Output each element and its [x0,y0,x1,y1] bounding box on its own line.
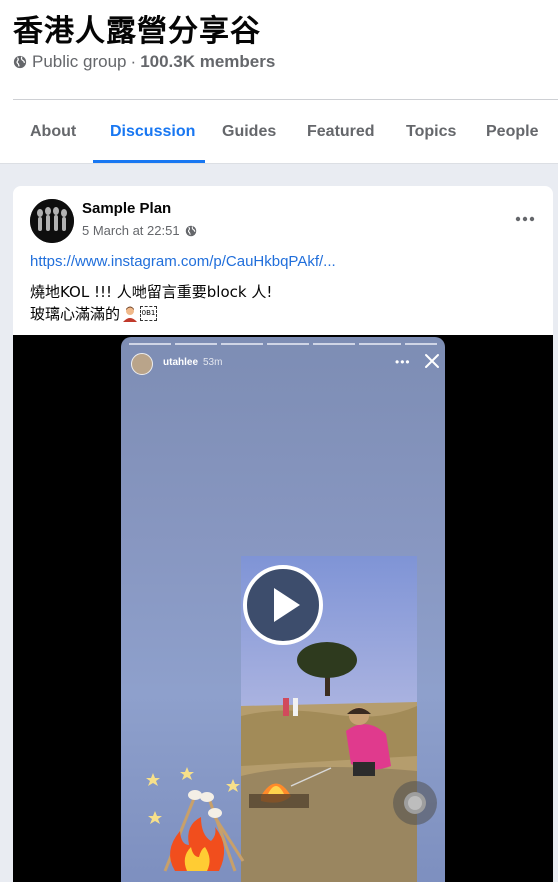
story-progress-segment [267,343,309,345]
more-icon[interactable] [510,204,540,234]
group-header: 香港人露營分享谷 Public group · 100.3K members A… [0,0,558,164]
member-count[interactable]: 100.3K members [140,52,275,72]
post-text-line2: 玻璃心滿滿的 [30,305,121,323]
globe-icon [13,55,27,69]
post-text-line1: 燒地KOL !!! 人哋留言重要block 人! [30,283,273,301]
floating-bubble[interactable] [393,781,437,825]
story-avatar [131,353,153,375]
avatar-image [30,199,74,243]
close-icon [425,354,439,368]
group-name[interactable]: 香港人露營分享谷 [13,6,261,50]
play-icon [274,588,300,622]
group-meta: Public group · 100.3K members [13,52,275,72]
tab-about[interactable]: About [30,100,76,164]
story-more-icon: ••• [395,355,411,369]
unsupported-glyph: 0B1 [140,306,158,321]
avatar[interactable] [30,199,74,243]
story-progress-segment [405,343,437,345]
story-progress-segment [359,343,401,345]
tab-discussion[interactable]: Discussion [110,100,195,164]
tab-guides[interactable]: Guides [222,100,276,164]
globe-icon [185,225,196,236]
fire-emoji-icon [146,767,245,872]
story-progress-segment [129,343,171,345]
story-progress-segment [313,343,355,345]
post-card: Sample Plan 5 March at 22:51 https://www… [13,186,553,882]
post-media[interactable]: utahlee 53m ••• [13,335,553,882]
person-emoji-icon [123,306,138,322]
play-button[interactable] [243,565,323,645]
post-timestamp: 5 March at 22:51 [82,223,197,238]
story-progress-segment [175,343,217,345]
tab-featured[interactable]: Featured [307,100,375,164]
tab-topics[interactable]: Topics [406,100,456,164]
story-time: 53m [203,357,223,368]
meta-separator: · [130,52,137,71]
story-username: utahlee [163,357,199,368]
post-link[interactable]: https://www.instagram.com/p/CauHkbqPAkf/… [30,253,336,270]
post-time[interactable]: 5 March at 22:51 [82,223,180,238]
post-text-line2-wrapper: 玻璃心滿滿的 0B1 [30,303,158,324]
privacy-label: Public group [32,52,127,71]
group-tabs: About Discussion Guides Featured Topics … [0,100,558,164]
story-progress-segment [221,343,263,345]
post-author[interactable]: Sample Plan [82,200,171,217]
tab-people[interactable]: People [486,100,538,164]
active-tab-indicator [93,160,205,163]
